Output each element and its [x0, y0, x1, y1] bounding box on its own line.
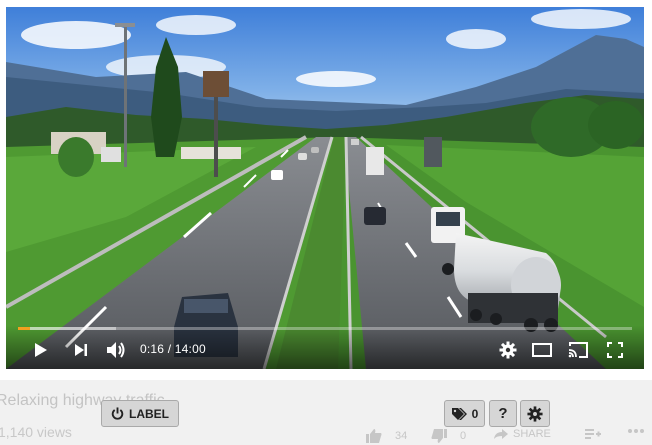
play-icon: [35, 343, 47, 357]
help-label: ?: [498, 405, 508, 422]
label-button-text: LABEL: [129, 406, 169, 421]
fullscreen-icon: [607, 342, 623, 358]
tag-button[interactable]: 0: [444, 400, 485, 427]
thumb-up-icon: [366, 429, 382, 443]
video-player[interactable]: 0:16 / 14:00: [6, 7, 644, 369]
video-info-panel: [0, 380, 652, 445]
more-icon: [628, 429, 644, 433]
next-icon: [75, 344, 87, 356]
volume-icon: [107, 342, 125, 358]
share-label: SHARE: [513, 428, 551, 440]
share-icon: [494, 429, 508, 439]
thumb-down-icon: [431, 429, 447, 443]
tag-icon: [451, 407, 467, 420]
help-button[interactable]: ?: [489, 400, 517, 427]
add-to-playlist-icon: [585, 429, 601, 439]
tag-count: 0: [471, 406, 479, 421]
progress-played: [18, 327, 30, 330]
gear-icon: [527, 405, 543, 422]
label-button[interactable]: LABEL: [101, 400, 179, 427]
progress-bar[interactable]: [18, 327, 632, 330]
dislike-count: 0: [460, 430, 467, 442]
theater-icon: [532, 343, 552, 357]
current-time: 0:16: [140, 342, 165, 356]
video-page: 0:16 / 14:00 Relaxing highway traffic 1,…: [0, 0, 652, 445]
like-button[interactable]: 34: [365, 428, 407, 444]
like-count: 34: [395, 430, 408, 442]
play-button[interactable]: [28, 338, 52, 362]
cast-button[interactable]: [566, 338, 590, 362]
share-button[interactable]: SHARE: [493, 428, 551, 440]
power-icon: [111, 407, 124, 420]
gear-icon: [499, 341, 517, 359]
video-frame: [6, 7, 644, 369]
settings-button[interactable]: [496, 338, 520, 362]
time-display: 0:16 / 14:00: [140, 342, 206, 356]
view-count: 1,140 views: [0, 424, 72, 440]
more-actions-button[interactable]: [628, 428, 644, 434]
duration: 14:00: [174, 342, 206, 356]
extension-settings-button[interactable]: [520, 400, 550, 427]
add-to-playlist-button[interactable]: [585, 428, 601, 440]
cast-icon: [568, 342, 588, 358]
dislike-button[interactable]: 0: [430, 428, 466, 444]
theater-mode-button[interactable]: [530, 338, 554, 362]
fullscreen-button[interactable]: [603, 338, 627, 362]
next-button[interactable]: [69, 338, 93, 362]
mute-button[interactable]: [104, 338, 128, 362]
progress-buffer: [18, 327, 117, 330]
time-separator: /: [167, 342, 172, 356]
